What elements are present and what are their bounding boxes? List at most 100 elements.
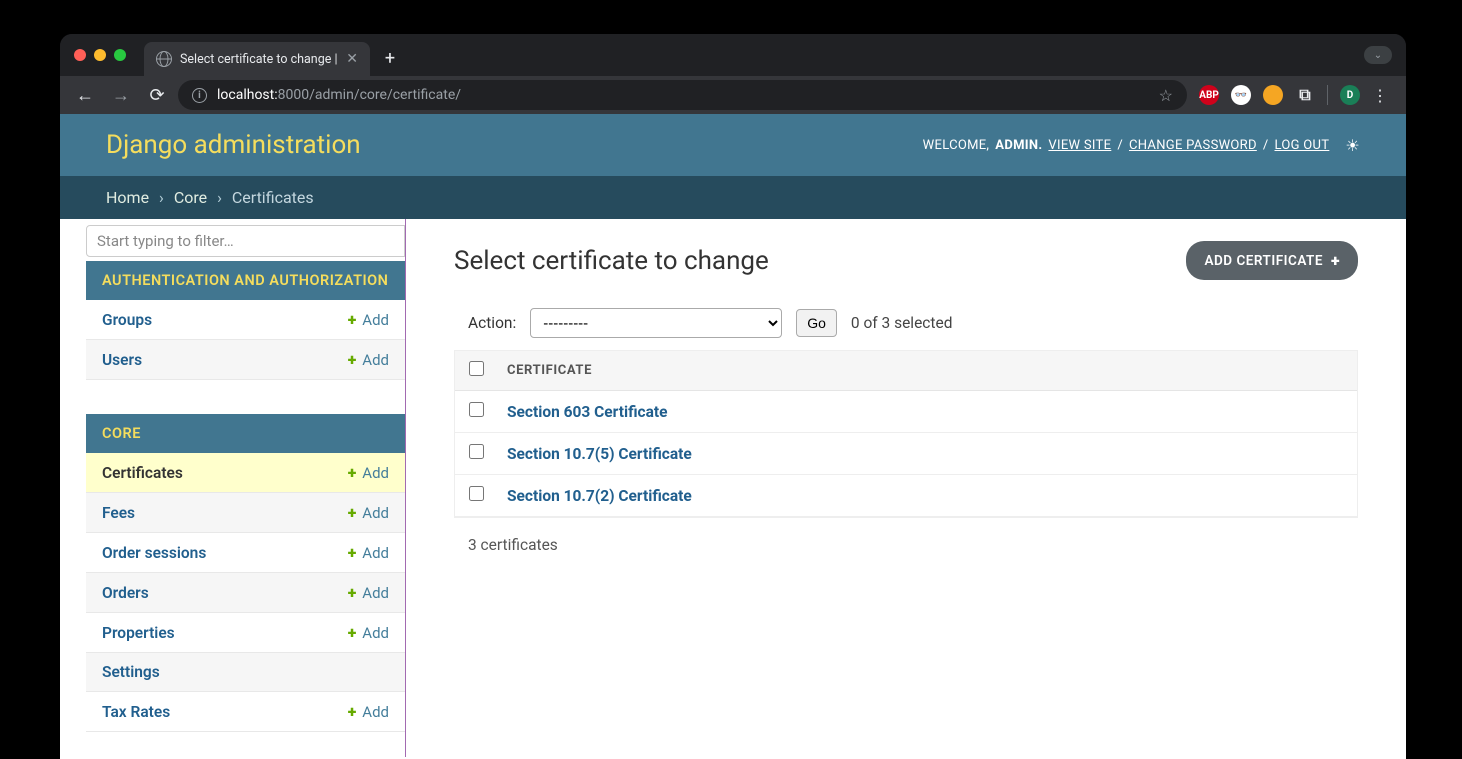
certificate-link[interactable]: Section 10.7(5) Certificate	[507, 445, 692, 463]
plus-icon: +	[348, 702, 357, 721]
site-info-icon[interactable]: i	[192, 88, 207, 103]
go-button[interactable]: Go	[796, 309, 837, 337]
model-link-tax-rates[interactable]: Tax Rates	[102, 703, 170, 721]
logout-link[interactable]: LOG OUT	[1275, 138, 1330, 153]
extension-abp-icon[interactable]: ABP	[1199, 85, 1219, 105]
tab-overview-button[interactable]: ⌄	[1364, 46, 1392, 64]
certificate-link[interactable]: Section 603 Certificate	[507, 403, 668, 421]
add-tax-rates-link[interactable]: +Add	[348, 702, 389, 721]
model-link-properties[interactable]: Properties	[102, 624, 175, 642]
plus-icon: +	[348, 463, 357, 482]
address-bar: ← → ⟳ i localhost:8000/admin/core/certif…	[60, 76, 1406, 114]
add-fees-link[interactable]: +Add	[348, 503, 389, 522]
app-header-auth[interactable]: AUTHENTICATION AND AUTHORIZATION	[86, 261, 405, 300]
minimize-window-button[interactable]	[94, 49, 106, 61]
sidebar-filter-input[interactable]: Start typing to filter…	[86, 225, 405, 257]
add-button-label: ADD CERTIFICATE	[1204, 253, 1322, 269]
column-header-certificate[interactable]: CERTIFICATE	[507, 363, 592, 378]
reload-button[interactable]: ⟳	[142, 80, 172, 110]
globe-icon	[156, 51, 172, 67]
view-site-link[interactable]: VIEW SITE	[1048, 138, 1111, 153]
model-link-orders[interactable]: Orders	[102, 584, 149, 602]
add-certificate-button[interactable]: ADD CERTIFICATE +	[1186, 241, 1358, 280]
add-properties-link[interactable]: +Add	[348, 623, 389, 642]
select-all-checkbox[interactable]	[469, 361, 484, 376]
extension-orange-icon[interactable]	[1263, 85, 1283, 105]
profile-avatar[interactable]: D	[1340, 85, 1360, 105]
close-window-button[interactable]	[74, 49, 86, 61]
browser-tab[interactable]: Select certificate to change | ✕	[144, 42, 370, 76]
table-row: Section 10.7(2) Certificate	[455, 475, 1357, 517]
add-certificates-link[interactable]: +Add	[348, 463, 389, 482]
url-path: 8000/admin/core/certificate/	[278, 87, 461, 103]
window-controls	[74, 49, 126, 61]
add-users-link[interactable]: +Add	[348, 350, 389, 369]
add-groups-link[interactable]: +Add	[348, 310, 389, 329]
close-tab-icon[interactable]: ✕	[346, 51, 358, 67]
sidebar-item-properties[interactable]: Properties +Add	[86, 613, 405, 653]
action-bar: Action: --------- Go 0 of 3 selected	[454, 308, 1358, 338]
page-title: Select certificate to change	[454, 246, 769, 276]
model-link-certificates[interactable]: Certificates	[102, 464, 183, 482]
model-link-fees[interactable]: Fees	[102, 504, 135, 522]
certificate-link[interactable]: Section 10.7(2) Certificate	[507, 487, 692, 505]
table-row: Section 603 Certificate	[455, 391, 1357, 433]
plus-icon: +	[348, 350, 357, 369]
forward-button[interactable]: →	[106, 80, 136, 110]
extension-glasses-icon[interactable]: 👓	[1231, 85, 1251, 105]
plus-icon: +	[348, 543, 357, 562]
result-count: 3 certificates	[454, 518, 1358, 572]
sidebar-item-certificates[interactable]: Certificates +Add	[86, 453, 405, 493]
change-password-link[interactable]: CHANGE PASSWORD	[1129, 138, 1257, 153]
breadcrumb-home[interactable]: Home	[106, 188, 149, 207]
sidebar-item-orders[interactable]: Orders +Add	[86, 573, 405, 613]
extensions-puzzle-icon[interactable]: ⧉	[1295, 85, 1315, 105]
theme-toggle-icon[interactable]: ☀	[1345, 136, 1360, 155]
add-orders-link[interactable]: +Add	[348, 583, 389, 602]
site-title[interactable]: Django administration	[106, 130, 361, 160]
back-button[interactable]: ←	[70, 80, 100, 110]
plus-icon: +	[348, 583, 357, 602]
breadcrumb-app[interactable]: Core	[174, 188, 207, 207]
model-link-users[interactable]: Users	[102, 351, 142, 369]
tab-bar: Select certificate to change | ✕ + ⌄	[60, 34, 1406, 76]
table-header: CERTIFICATE	[455, 351, 1357, 391]
plus-icon: +	[348, 623, 357, 642]
sidebar-item-groups[interactable]: Groups +Add	[86, 300, 405, 340]
sidebar-item-order-sessions[interactable]: Order sessions +Add	[86, 533, 405, 573]
sidebar-item-fees[interactable]: Fees +Add	[86, 493, 405, 533]
new-tab-button[interactable]: +	[376, 48, 404, 69]
row-checkbox[interactable]	[469, 402, 484, 417]
model-link-settings[interactable]: Settings	[102, 663, 160, 681]
app-header-core[interactable]: CORE	[86, 414, 405, 453]
url-input[interactable]: i localhost:8000/admin/core/certificate/…	[178, 80, 1187, 110]
page-content: Django administration WELCOME, ADMIN. VI…	[60, 114, 1406, 759]
sidebar-item-users[interactable]: Users +Add	[86, 340, 405, 380]
browser-window: Select certificate to change | ✕ + ⌄ ← →…	[60, 34, 1406, 759]
browser-menu-button[interactable]: ⋮	[1372, 86, 1390, 105]
breadcrumb: Home › Core › Certificates	[60, 176, 1406, 219]
plus-icon: +	[348, 310, 357, 329]
sidebar-item-settings[interactable]: Settings	[86, 653, 405, 692]
table-row: Section 10.7(5) Certificate	[455, 433, 1357, 475]
selection-count: 0 of 3 selected	[851, 314, 953, 332]
row-checkbox[interactable]	[469, 444, 484, 459]
add-order-sessions-link[interactable]: +Add	[348, 543, 389, 562]
action-select[interactable]: ---------	[530, 308, 782, 338]
results-table: CERTIFICATE Section 603 Certificate Sect…	[454, 350, 1358, 518]
sidebar-app-auth: AUTHENTICATION AND AUTHORIZATION Groups …	[86, 257, 405, 380]
django-header: Django administration WELCOME, ADMIN. VI…	[60, 114, 1406, 176]
row-checkbox[interactable]	[469, 486, 484, 501]
bookmark-star-icon[interactable]: ☆	[1159, 86, 1173, 105]
url-host: localhost:	[217, 87, 278, 103]
plus-icon: +	[1331, 251, 1340, 270]
model-link-groups[interactable]: Groups	[102, 311, 152, 329]
user-tools: WELCOME, ADMIN. VIEW SITE / CHANGE PASSW…	[923, 136, 1360, 155]
sidebar-app-core: CORE Certificates +Add Fees +Add Order s…	[86, 410, 405, 732]
username: ADMIN.	[995, 138, 1042, 153]
sidebar-item-tax-rates[interactable]: Tax Rates +Add	[86, 692, 405, 732]
maximize-window-button[interactable]	[114, 49, 126, 61]
tab-title: Select certificate to change |	[180, 52, 338, 67]
welcome-label: WELCOME,	[923, 138, 990, 153]
model-link-order-sessions[interactable]: Order sessions	[102, 544, 206, 562]
